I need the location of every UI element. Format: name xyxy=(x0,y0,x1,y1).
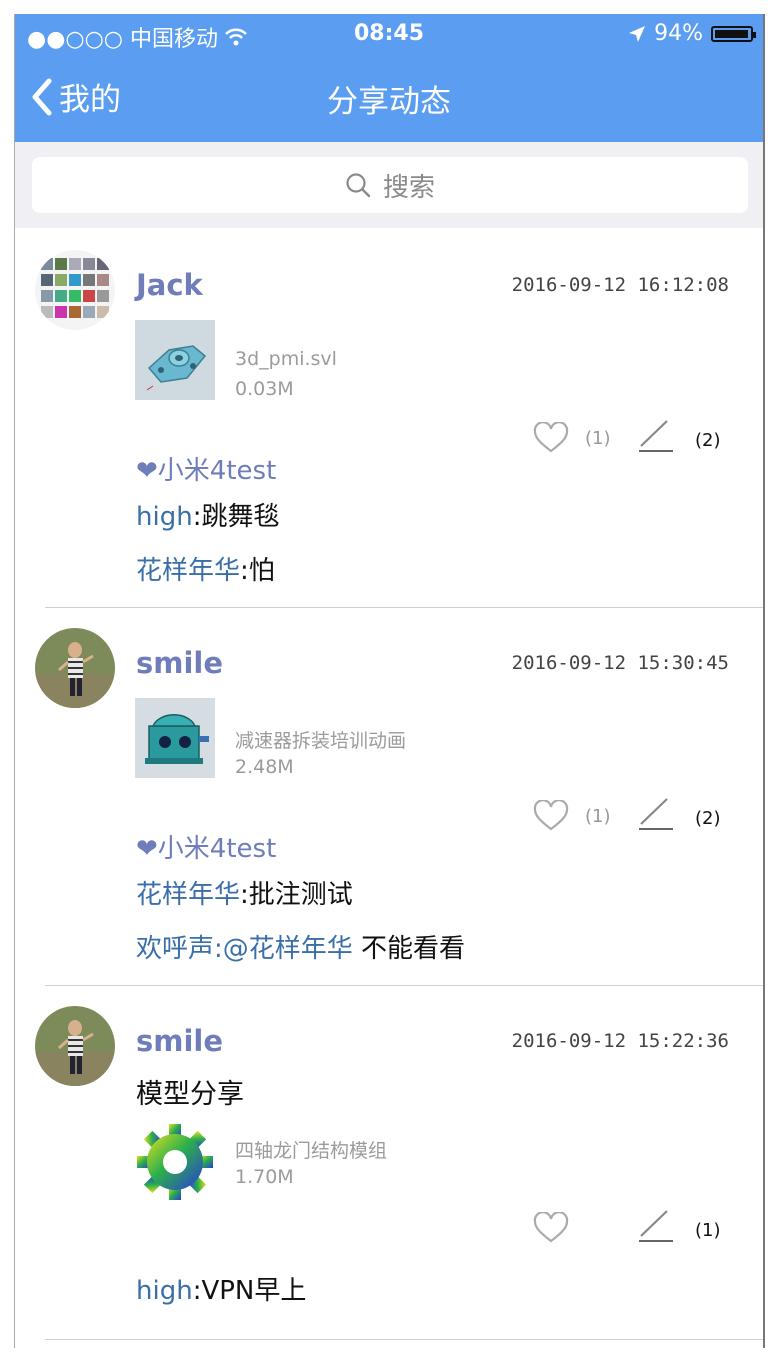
comment-line: 花样年华:批注测试 xyxy=(136,874,353,911)
gearbox-model-icon xyxy=(135,698,215,778)
comment-count: (2) xyxy=(695,808,721,829)
status-bar: ●●○○○ 中国移动 08:45 94% xyxy=(15,14,763,54)
file-size: 2.48M xyxy=(235,756,294,778)
comment-author[interactable]: 花样年华 xyxy=(136,556,240,586)
avatar-image xyxy=(35,1006,115,1086)
file-name[interactable]: 3d_pmi.svl xyxy=(235,348,337,370)
avatar-image xyxy=(35,628,115,708)
file-thumbnail[interactable] xyxy=(135,1122,215,1202)
top-bar: ●●○○○ 中国移动 08:45 94% 我的 分享动态 xyxy=(15,14,763,142)
comment-text: VPN早上 xyxy=(201,1276,307,1306)
comment-text: 不能看看 xyxy=(352,934,466,964)
comment-text: 怕 xyxy=(248,556,275,586)
comment-text: 跳舞毯 xyxy=(201,502,280,532)
nav-bar: 我的 分享动态 xyxy=(15,54,763,142)
avatar[interactable] xyxy=(35,250,115,330)
comment-count: (2) xyxy=(695,430,721,451)
search-icon xyxy=(346,173,371,198)
comment-count: (1) xyxy=(695,1220,721,1241)
comment-separator: : xyxy=(214,934,223,964)
heart-icon[interactable] xyxy=(533,800,569,832)
search-bar: 搜索 xyxy=(15,142,763,228)
post-timestamp: 2016-09-12 15:22:36 xyxy=(511,1030,729,1052)
search-placeholder: 搜索 xyxy=(382,172,435,203)
file-thumbnail[interactable] xyxy=(135,698,215,778)
avatar[interactable] xyxy=(35,628,115,708)
gear-icon xyxy=(137,1124,213,1200)
comment-line: high:跳舞毯 xyxy=(136,496,279,533)
comment-line: 花样年华:怕 xyxy=(136,550,275,587)
file-thumbnail[interactable] xyxy=(135,320,215,400)
comment-separator: : xyxy=(240,556,249,586)
file-name[interactable]: 减速器拆装培训动画 xyxy=(235,726,406,753)
status-right: 94% xyxy=(628,21,756,46)
post-timestamp: 2016-09-12 15:30:45 xyxy=(511,652,729,674)
battery-percent: 94% xyxy=(654,21,703,46)
comment-author[interactable]: 花样年华 xyxy=(136,880,240,910)
app-screen: ●●○○○ 中国移动 08:45 94% 我的 分享动态 搜索 Jack 201… xyxy=(14,14,765,1348)
comment-author[interactable]: high xyxy=(136,502,193,532)
location-arrow-icon xyxy=(629,25,646,42)
comment-separator: : xyxy=(240,880,249,910)
post-item: smile 2016-09-12 15:22:36 模型分享 四轴龙门结构模组 … xyxy=(15,984,763,1348)
heart-icon[interactable] xyxy=(533,422,569,454)
file-name[interactable]: 四轴龙门结构模组 xyxy=(235,1136,387,1163)
heart-icon[interactable] xyxy=(533,1212,569,1244)
post-username[interactable]: Jack xyxy=(136,268,203,302)
avatar[interactable] xyxy=(35,1006,115,1086)
battery-icon xyxy=(711,25,756,42)
post-username[interactable]: smile xyxy=(136,646,223,680)
liked-by[interactable]: ❤小米4test xyxy=(136,828,276,865)
page-title: 分享动态 xyxy=(327,84,451,120)
comment-author[interactable]: high xyxy=(136,1276,193,1306)
file-size: 1.70M xyxy=(235,1166,294,1188)
comment-text: 批注测试 xyxy=(248,880,353,910)
part-model-icon xyxy=(135,320,215,400)
post-text: 模型分享 xyxy=(136,1079,244,1110)
post-timestamp: 2016-09-12 16:12:08 xyxy=(511,274,729,296)
comment-line: 欢呼声:@花样年华 不能看看 xyxy=(136,928,465,965)
file-size: 0.03M xyxy=(235,378,294,400)
avatar-image xyxy=(35,250,115,330)
comment-author[interactable]: 欢呼声 xyxy=(136,934,214,964)
like-count: (1) xyxy=(585,428,611,449)
pen-icon[interactable] xyxy=(635,796,675,832)
post-item: smile 2016-09-12 15:30:45 减速器拆装培训动画 2.48… xyxy=(15,606,763,986)
like-count: (1) xyxy=(585,806,611,827)
liked-by[interactable]: ❤小米4test xyxy=(136,450,276,487)
post-item: Jack 2016-09-12 16:12:08 3d_pmi.svl 0.03… xyxy=(15,228,763,608)
post-divider xyxy=(45,1339,763,1340)
post-username[interactable]: smile xyxy=(136,1024,223,1058)
comment-line: high:VPN早上 xyxy=(136,1270,306,1307)
comment-mention[interactable]: @花样年华 xyxy=(223,934,353,964)
pen-icon[interactable] xyxy=(635,418,675,454)
pen-icon[interactable] xyxy=(635,1208,675,1244)
search-input[interactable]: 搜索 xyxy=(32,157,748,213)
